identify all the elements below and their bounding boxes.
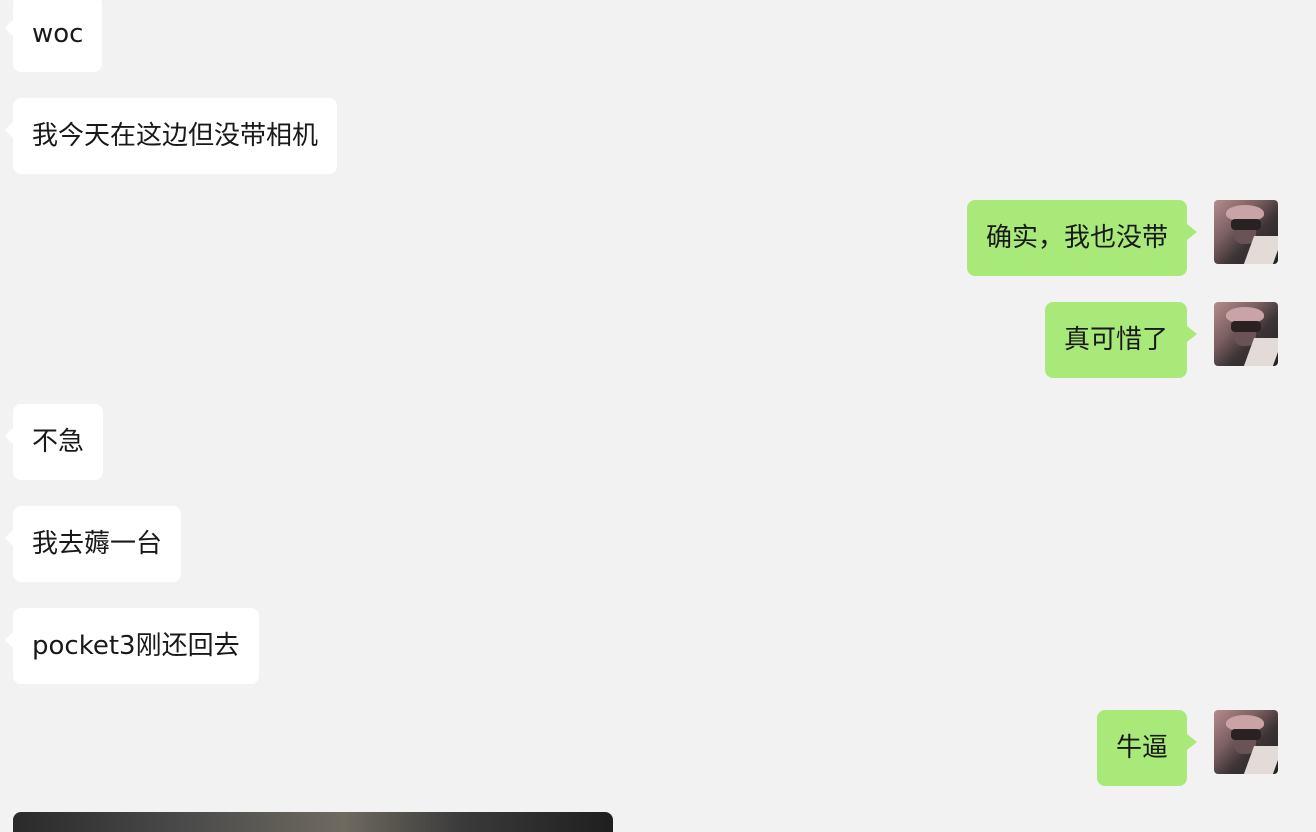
message-text: 真可惜了 [1063,325,1168,355]
avatar[interactable] [1214,200,1278,264]
bubble-tail-icon [1187,326,1197,342]
avatar[interactable] [1214,710,1278,774]
avatar-hair-icon [1231,321,1261,332]
bubble-tail-icon [5,632,13,648]
bubble-tail-icon [1187,734,1197,750]
incoming-message: 不急 [5,404,105,480]
image-message-preview[interactable] [13,812,613,832]
bubble-tail-icon [5,530,13,546]
message-text: 我今天在这边但没带相机 [32,121,319,151]
message-bubble[interactable]: 我今天在这边但没带相机 [5,98,338,174]
message-bubble[interactable]: 牛逼 [1096,710,1197,786]
incoming-message: pocket3刚还回去 [5,608,271,684]
incoming-message: 我今天在这边但没带相机 [5,98,355,174]
incoming-message: woc [5,0,103,72]
bubble-tail-icon [5,20,13,36]
message-text: 我去薅一台 [32,529,163,559]
avatar-hair-icon [1231,729,1261,740]
outgoing-message: 确实，我也没带 [955,200,1197,276]
message-text: 牛逼 [1115,733,1168,763]
message-bubble[interactable]: 我去薅一台 [5,506,182,582]
message-bubble[interactable]: 不急 [5,404,104,480]
message-text: pocket3刚还回去 [32,631,240,661]
message-text: 确实，我也没带 [985,223,1168,253]
message-text: woc [32,19,84,49]
outgoing-message: 真可惜了 [1039,302,1197,378]
avatar[interactable] [1214,302,1278,366]
avatar-hair-icon [1231,219,1261,230]
message-text: 不急 [32,427,85,457]
outgoing-message: 牛逼 [1095,710,1197,786]
message-bubble[interactable]: pocket3刚还回去 [5,608,259,684]
message-bubble[interactable]: woc [5,0,103,72]
bubble-tail-icon [5,122,13,138]
chat-message-list[interactable]: woc 我今天在这边但没带相机 确实，我也没带 真可惜了 不急 我去薅一台 po… [0,0,1316,832]
incoming-message: 我去薅一台 [5,506,189,582]
message-bubble[interactable]: 确实，我也没带 [966,200,1197,276]
message-bubble[interactable]: 真可惜了 [1044,302,1197,378]
bubble-tail-icon [1187,224,1197,240]
bubble-tail-icon [5,428,13,444]
